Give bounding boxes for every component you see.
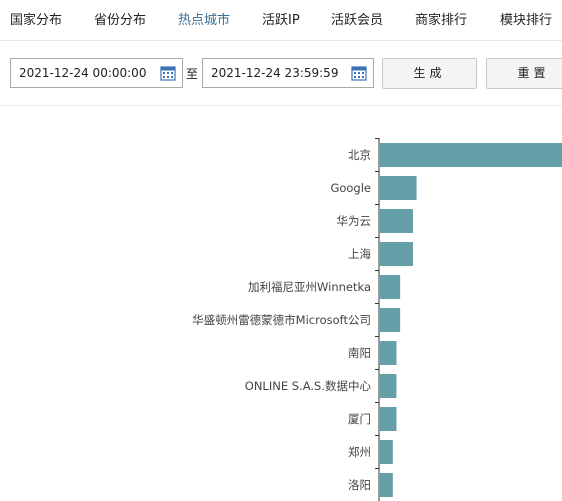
category-label: 厦门 <box>348 412 371 426</box>
category-label: ONLINE S.A.S.数据中心 <box>245 379 372 393</box>
category-label: 加利福尼亚州Winnetka <box>248 280 371 294</box>
end-datetime-value: 2021-12-24 23:59:59 <box>211 66 339 80</box>
bar-2[interactable] <box>380 209 413 233</box>
bar-4[interactable] <box>380 275 401 299</box>
bar-7[interactable] <box>380 374 397 398</box>
category-label: 郑州 <box>348 445 371 459</box>
bar-6[interactable] <box>380 341 397 365</box>
category-label: 上海 <box>348 247 371 261</box>
hot-cities-bar-chart: 北京 Google 华为云上海加利福尼亚州Winnetka 华盛顿州雷德蒙德市Micr… <box>192 138 562 501</box>
category-label: Google <box>330 181 371 195</box>
bar-5[interactable] <box>380 308 401 332</box>
end-datetime-field[interactable]: 2021-12-24 23:59:59 <box>202 58 374 88</box>
category-label: 华为云 <box>337 214 372 228</box>
category-label: 洛阳 <box>348 478 371 492</box>
category-label: 北京 <box>348 148 371 162</box>
bar-9[interactable] <box>380 440 393 464</box>
generate-button[interactable]: 生成 <box>382 58 477 89</box>
bar-8[interactable] <box>380 407 397 431</box>
calendar-icon[interactable] <box>351 65 367 81</box>
date-range-separator: 至 <box>186 67 199 81</box>
bar-0[interactable] <box>380 143 562 167</box>
tab-merchant-rank[interactable]: 商家排行 <box>415 9 467 28</box>
tab-active-members[interactable]: 活跃会员 <box>331 9 383 28</box>
tab-active-ip[interactable]: 活跃IP <box>262 9 300 28</box>
bar-10[interactable] <box>380 473 393 497</box>
bar-3[interactable] <box>380 242 413 266</box>
tab-province[interactable]: 省份分布 <box>94 9 146 28</box>
tab-module-rank[interactable]: 模块排行 <box>500 9 552 28</box>
start-datetime-value: 2021-12-24 00:00:00 <box>19 66 147 80</box>
tab-bar: 国家分布 省份分布 热点城市 活跃IP 活跃会员 商家排行 模块排行 <box>0 0 562 41</box>
category-label: 南阳 <box>348 346 371 360</box>
reset-button[interactable]: 重置 <box>486 58 562 89</box>
bar-1[interactable] <box>380 176 417 200</box>
filter-toolbar: 2021-12-24 00:00:00 至 2021-12-24 23:59:5… <box>0 41 562 106</box>
start-datetime-field[interactable]: 2021-12-24 00:00:00 <box>10 58 183 88</box>
calendar-icon[interactable] <box>160 65 176 81</box>
tab-hot-cities[interactable]: 热点城市 <box>178 9 230 28</box>
tab-country[interactable]: 国家分布 <box>10 9 62 28</box>
category-label: 华盛顿州雷德蒙德市Microsoft公司 <box>192 313 371 327</box>
